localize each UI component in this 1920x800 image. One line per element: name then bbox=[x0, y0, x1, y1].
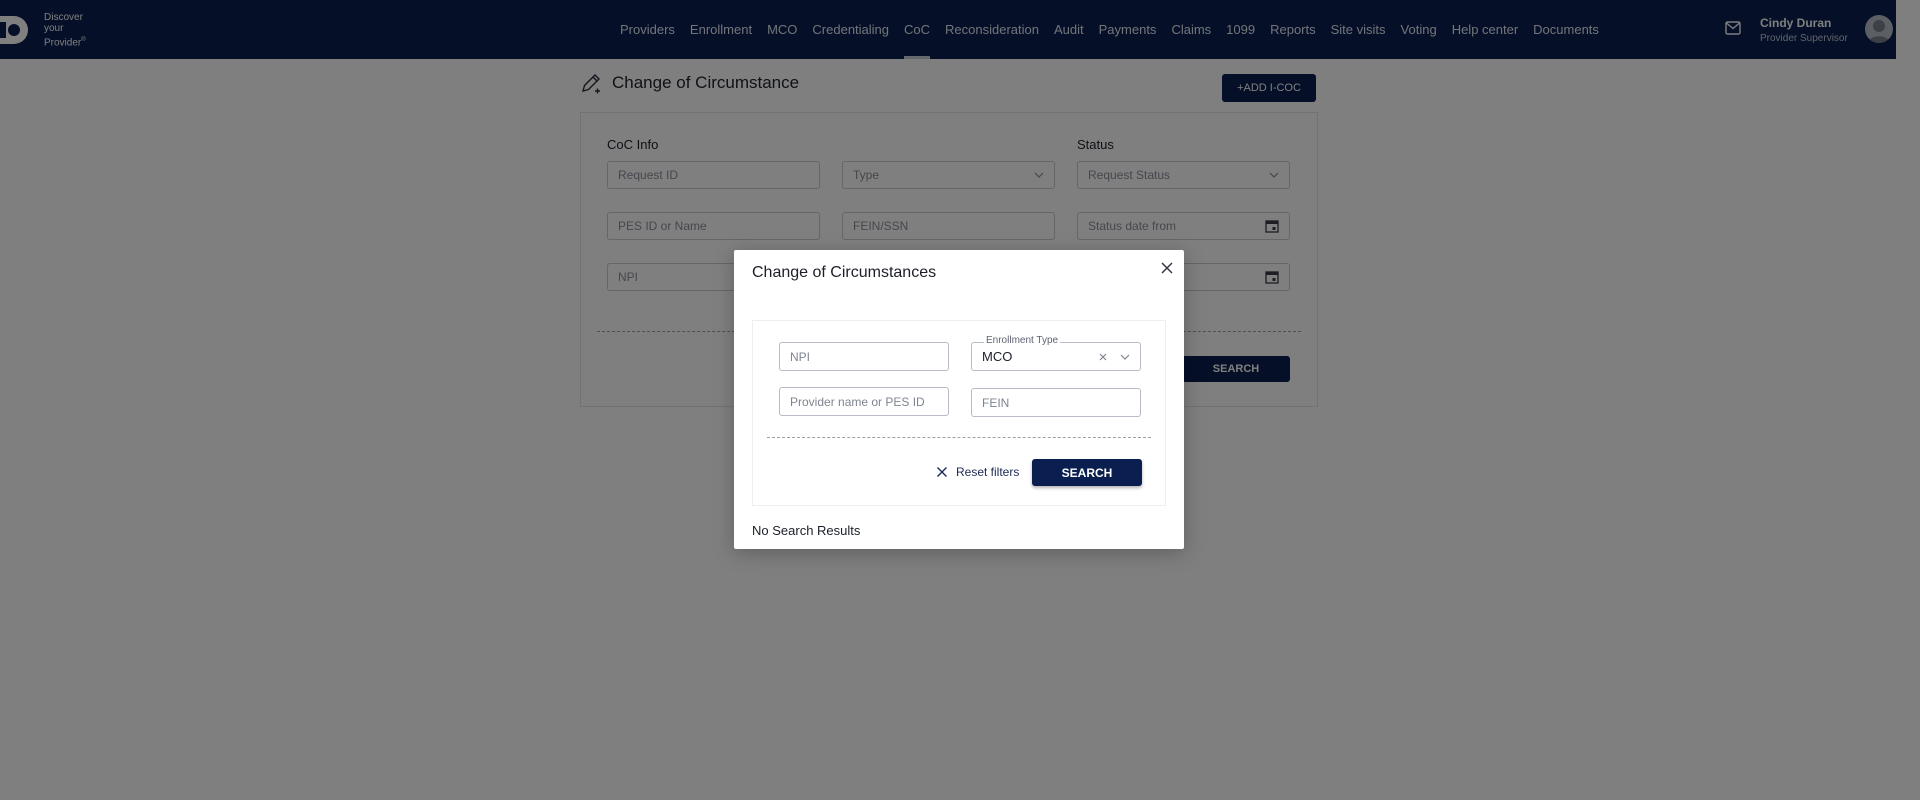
enrollment-type-select[interactable]: Enrollment Type MCO bbox=[971, 335, 1141, 371]
npi-input[interactable]: NPI bbox=[779, 342, 949, 371]
close-icon bbox=[937, 467, 947, 477]
close-icon[interactable] bbox=[1159, 260, 1175, 276]
enrollment-type-value: MCO bbox=[982, 349, 1013, 364]
fein-input[interactable]: FEIN bbox=[971, 388, 1141, 417]
modal-filter-panel: NPI Enrollment Type MCO Provider name or… bbox=[752, 320, 1166, 506]
modal-search-button[interactable]: SEARCH bbox=[1032, 459, 1142, 486]
provider-name-input[interactable]: Provider name or PES ID bbox=[779, 387, 949, 416]
provider-name-placeholder: Provider name or PES ID bbox=[790, 394, 925, 409]
coc-modal: Change of Circumstances NPI Enrollment T… bbox=[734, 250, 1184, 549]
modal-title: Change of Circumstances bbox=[752, 264, 937, 281]
no-results-message: No Search Results bbox=[752, 523, 861, 538]
npi-placeholder: NPI bbox=[790, 349, 811, 364]
fein-placeholder: FEIN bbox=[982, 395, 1010, 410]
select-controls bbox=[1098, 352, 1130, 362]
reset-filters-label: Reset filters bbox=[956, 465, 1020, 479]
chevron-down-icon[interactable] bbox=[1120, 354, 1130, 360]
reset-filters-button[interactable]: Reset filters bbox=[936, 465, 1019, 479]
enrollment-type-label: Enrollment Type bbox=[984, 335, 1061, 346]
divider bbox=[767, 437, 1151, 438]
clear-icon[interactable] bbox=[1098, 352, 1108, 362]
